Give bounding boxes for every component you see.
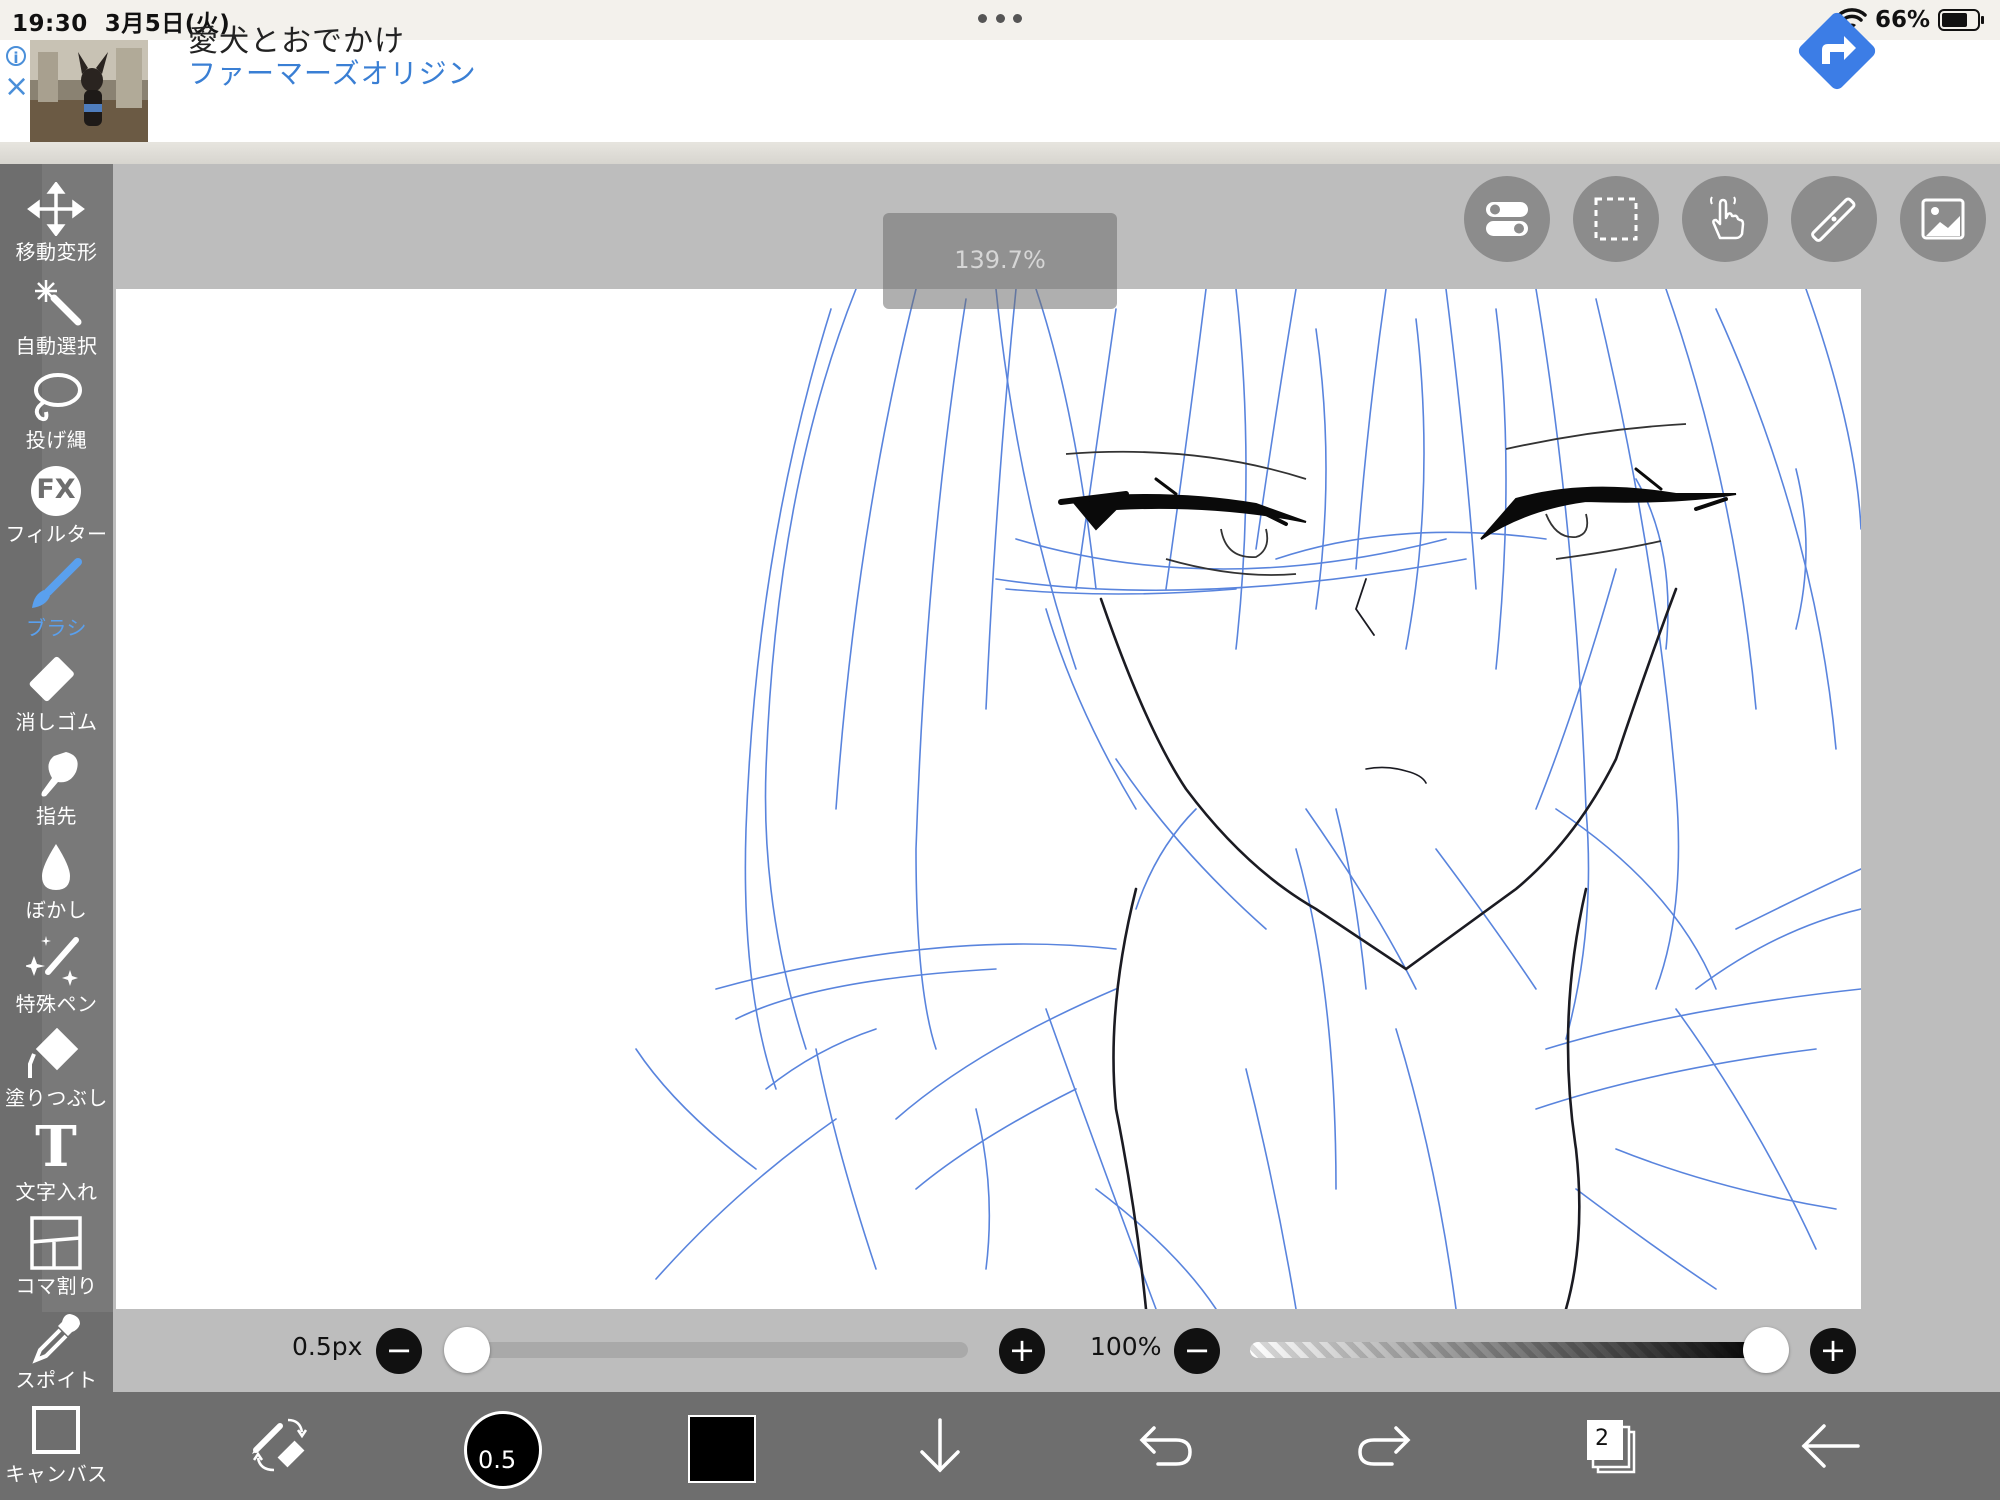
brush-size-button-label: 0.5 <box>478 1446 517 1474</box>
brush-icon <box>32 558 82 608</box>
brush-size-value: 0.5px <box>292 1332 363 1361</box>
fill-icon <box>28 1028 79 1078</box>
battery-icon <box>1938 9 1984 31</box>
gallery-button[interactable] <box>1900 176 1986 262</box>
opacity-slider-handle[interactable] <box>1743 1327 1789 1373</box>
tool-eyedropper[interactable]: スポイト <box>0 1308 113 1402</box>
back-button[interactable] <box>1790 1406 1870 1486</box>
tool-text[interactable]: T 文字入れ <box>0 1114 113 1214</box>
tool-label: 指先 <box>36 804 77 828</box>
ruler-icon <box>1811 197 1856 242</box>
brush-size-decrease-button[interactable]: − <box>376 1328 422 1374</box>
tool-label: 消しゴム <box>15 710 98 734</box>
tool-label: ブラシ <box>25 616 88 640</box>
ruler-button[interactable] <box>1791 176 1877 262</box>
layer-count: 2 <box>1595 1426 1609 1451</box>
directions-icon[interactable] <box>1792 6 1882 96</box>
tool-blur[interactable]: ぼかし <box>0 838 113 932</box>
drawing-canvas[interactable] <box>116 289 1861 1309</box>
tool-frame-divider[interactable]: コマ割り <box>0 1214 113 1308</box>
tool-fill[interactable]: 塗りつぶし <box>0 1026 113 1120</box>
arrow-down-icon <box>920 1418 960 1473</box>
lasso-icon <box>34 373 82 422</box>
tool-label: 自動選択 <box>15 334 98 358</box>
tool-label: ぼかし <box>25 898 88 922</box>
move-icon <box>27 182 85 236</box>
ad-close-icon[interactable]: × <box>4 72 29 102</box>
tool-label: コマ割り <box>15 1274 98 1298</box>
brush-size-slider[interactable] <box>450 1342 968 1358</box>
fx-glyph: FX <box>36 474 76 505</box>
tool-filter[interactable]: FX フィルター <box>0 462 113 556</box>
gesture-button[interactable] <box>1682 176 1768 262</box>
download-button[interactable] <box>900 1406 980 1486</box>
color-picker-button[interactable] <box>688 1415 756 1483</box>
arrow-left-icon <box>1801 1424 1860 1468</box>
opacity-slider[interactable] <box>1250 1342 1770 1358</box>
brush-size-increase-button[interactable]: + <box>999 1328 1045 1374</box>
redo-icon <box>1358 1426 1411 1466</box>
tool-label: 移動変形 <box>15 240 98 264</box>
eraser-icon <box>29 656 74 702</box>
text-icon: T <box>35 1114 77 1180</box>
ad-image[interactable] <box>30 40 148 142</box>
tool-label: 文字入れ <box>15 1180 98 1204</box>
tool-eraser[interactable]: 消しゴム <box>0 650 113 744</box>
canvas-icon <box>32 1406 80 1454</box>
tool-lasso[interactable]: 投げ縄 <box>0 368 113 462</box>
layer-toggle-button[interactable] <box>1464 176 1550 262</box>
hand-touch-icon <box>1710 196 1745 240</box>
tool-label: 投げ縄 <box>25 428 88 452</box>
selection-button[interactable] <box>1573 176 1659 262</box>
multitasking-dots-icon[interactable] <box>978 14 1022 24</box>
selection-icon <box>1594 197 1638 241</box>
tool-label: キャンバス <box>5 1462 108 1486</box>
tool-label: 塗りつぶし <box>5 1086 108 1110</box>
frame-divider-icon <box>30 1216 82 1270</box>
battery-percent: 66% <box>1874 7 1930 33</box>
tool-special-pen[interactable]: 特殊ペン <box>0 932 113 1026</box>
special-pen-icon <box>26 936 79 986</box>
zoom-label: 139.7% <box>954 246 1046 274</box>
ad-divider <box>0 142 2000 164</box>
undo-icon <box>1139 1426 1192 1466</box>
ad-info-icon[interactable]: i <box>6 46 26 67</box>
swap-tool-button[interactable] <box>240 1406 320 1486</box>
toggle-switch-icon <box>1486 202 1528 236</box>
brush-size-slider-handle[interactable] <box>444 1327 490 1373</box>
ad-subtitle[interactable]: ファーマーズオリジン <box>188 52 477 92</box>
tool-move-transform[interactable]: 移動変形 <box>0 180 113 274</box>
opacity-increase-button[interactable]: + <box>1810 1328 1856 1374</box>
sketch-drawing <box>635 289 1861 1309</box>
tool-canvas[interactable]: キャンバス <box>0 1402 113 1496</box>
tool-label: 特殊ペン <box>15 992 98 1016</box>
tool-label: スポイト <box>15 1368 98 1392</box>
smudge-icon <box>41 752 78 797</box>
pen-eraser-swap-icon <box>252 1418 308 1472</box>
tool-brush[interactable]: ブラシ <box>0 556 113 650</box>
image-icon <box>1921 198 1965 240</box>
undo-button[interactable] <box>1124 1406 1204 1486</box>
blur-icon <box>42 844 70 890</box>
redo-button[interactable] <box>1346 1406 1426 1486</box>
magic-wand-icon <box>35 280 82 326</box>
status-time: 19:30 <box>12 11 88 37</box>
eyedropper-icon <box>32 1314 80 1364</box>
opacity-decrease-button[interactable]: − <box>1174 1328 1220 1374</box>
opacity-value: 100% <box>1090 1332 1162 1361</box>
tool-smudge[interactable]: 指先 <box>0 744 113 838</box>
tool-auto-select[interactable]: 自動選択 <box>0 274 113 368</box>
tool-label: フィルター <box>5 522 108 546</box>
bottom-toolbar <box>113 1392 2000 1500</box>
